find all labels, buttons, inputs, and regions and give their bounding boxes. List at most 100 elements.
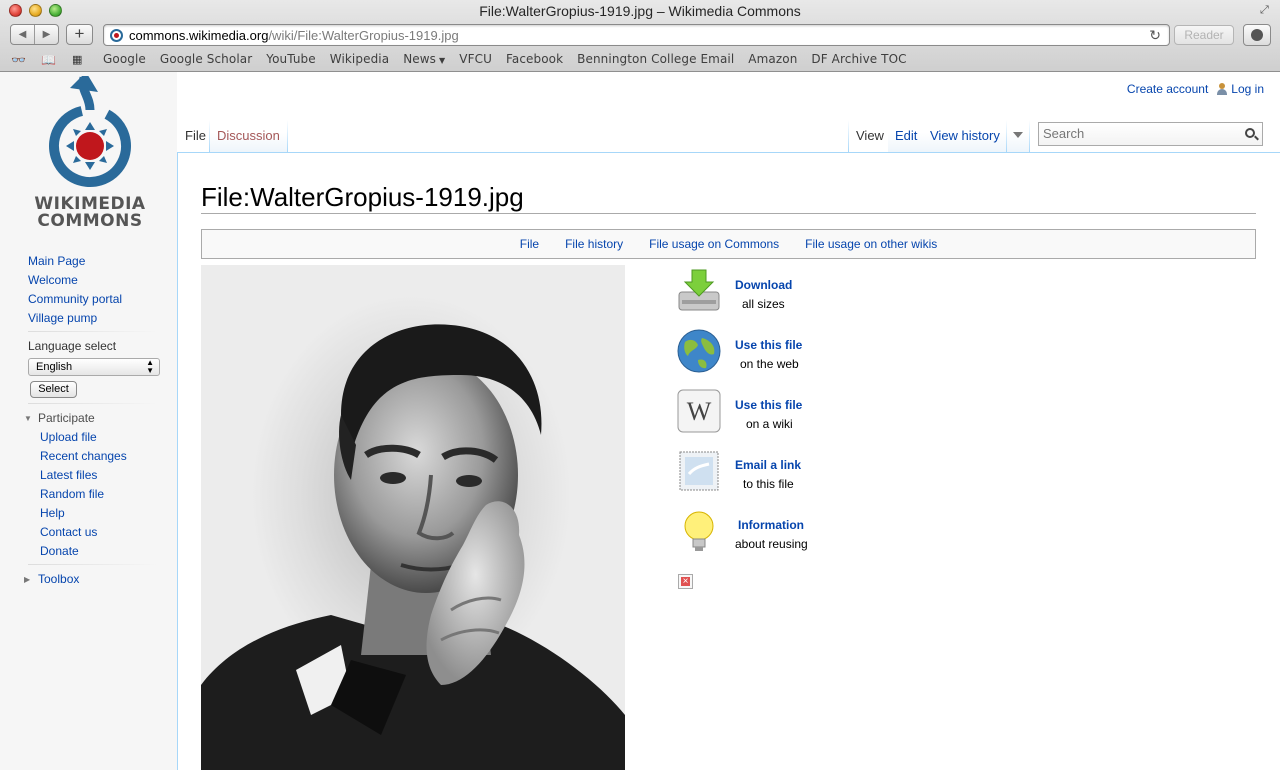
reload-icon[interactable]: ↻ — [1149, 27, 1161, 44]
action-information[interactable]: Information about reusing — [676, 508, 896, 558]
sidebar-item-upload-file[interactable]: Upload file — [40, 428, 127, 447]
sidebar-item-random-file[interactable]: Random file — [40, 485, 127, 504]
title-underline — [201, 213, 1256, 214]
bookmark-bennington-email[interactable]: Bennington College Email — [577, 52, 734, 66]
log-in-link[interactable]: Log in — [1231, 82, 1264, 96]
action-download[interactable]: Download all sizes — [676, 268, 896, 318]
forward-button[interactable]: ▶ — [34, 25, 58, 44]
bookmark-google-scholar[interactable]: Google Scholar — [160, 52, 252, 66]
tab-view-history[interactable]: View history — [923, 120, 1007, 152]
action-download-title: Download — [735, 278, 793, 292]
search-icon[interactable] — [1245, 128, 1255, 138]
bookmark-news-label: News — [403, 52, 437, 66]
bookmark-facebook[interactable]: Facebook — [506, 52, 563, 66]
personal-tools: Create account Log in — [1127, 82, 1264, 96]
sidebar-item-help[interactable]: Help — [40, 504, 127, 523]
back-button[interactable]: ◀ — [11, 25, 34, 44]
tab-view[interactable]: View — [849, 120, 891, 152]
tab-edit[interactable]: Edit — [888, 120, 925, 152]
action-use-wiki-subtitle: on a wiki — [746, 417, 793, 431]
bookmark-youtube[interactable]: YouTube — [266, 52, 316, 66]
bookmark-vfcu[interactable]: VFCU — [459, 52, 492, 66]
toc-link-file-usage-other-wikis[interactable]: File usage on other wikis — [805, 237, 937, 251]
search-box — [1038, 122, 1263, 146]
sidebar-divider — [28, 331, 158, 332]
history-buttons: ◀ ▶ — [10, 24, 59, 45]
downloads-button[interactable] — [1243, 24, 1271, 46]
bookmark-amazon[interactable]: Amazon — [748, 52, 797, 66]
sidebar-item-community-portal[interactable]: Community portal — [28, 290, 122, 309]
tab-discussion[interactable]: Discussion — [210, 120, 287, 152]
participate-label: Participate — [38, 411, 95, 425]
forward-arrow-icon: ▶ — [42, 29, 51, 40]
bookmarks-bar: 👓 📖 ▦ Google Google Scholar YouTube Wiki… — [0, 50, 1280, 70]
file-image-walter-gropius[interactable] — [201, 265, 625, 770]
language-dropdown[interactable]: English ▲ ▼ — [28, 358, 160, 376]
action-use-on-wiki[interactable]: W Use this file on a wiki — [676, 388, 896, 438]
main-navigation: Main Page Welcome Community portal Villa… — [28, 252, 122, 328]
tab-divider — [287, 120, 288, 152]
sidebar-divider — [28, 564, 158, 565]
toc-link-file-history[interactable]: File history — [565, 237, 623, 251]
plus-icon: + — [74, 24, 85, 43]
bookmarks-book-icon[interactable]: 📖 — [41, 53, 56, 67]
action-information-title: Information — [738, 518, 804, 532]
language-selected-value: English — [36, 361, 73, 373]
bookmark-df-archive[interactable]: DF Archive TOC — [811, 52, 906, 66]
language-select-label: Language select — [28, 339, 117, 353]
fullscreen-icon[interactable]: ⤢ — [1260, 4, 1272, 16]
title-bar: File:WalterGropius-1919.jpg – Wikimedia … — [0, 0, 1280, 22]
email-icon — [679, 451, 719, 491]
reading-list-icon[interactable]: 👓 — [11, 53, 26, 67]
sidebar-item-welcome[interactable]: Welcome — [28, 271, 122, 290]
toc-link-file-usage-commons[interactable]: File usage on Commons — [649, 237, 779, 251]
action-download-subtitle: all sizes — [742, 297, 785, 311]
updown-arrows-icon: ▲ ▼ — [146, 358, 154, 375]
sidebar-item-village-pump[interactable]: Village pump — [28, 309, 122, 328]
action-information-subtitle: about reusing — [735, 537, 808, 551]
download-icon — [678, 269, 720, 311]
bookmark-list: Google Google Scholar YouTube Wikipedia … — [103, 52, 921, 66]
sidebar-item-recent-changes[interactable]: Recent changes — [40, 447, 127, 466]
create-account-link[interactable]: Create account — [1127, 82, 1208, 96]
action-use-web-subtitle: on the web — [740, 357, 799, 371]
wikipedia-icon: W — [677, 389, 721, 433]
url-text: commons.wikimedia.org/wiki/File:WalterGr… — [129, 28, 459, 43]
wikimedia-commons-logo[interactable]: WIKIMEDIA COMMONS — [28, 72, 152, 231]
toc-link-file[interactable]: File — [520, 237, 539, 251]
toolbox-section-toggle[interactable]: ▶ Toolbox — [24, 572, 79, 586]
triangle-right-icon: ▶ — [24, 574, 31, 584]
action-email-link[interactable]: Email a link to this file — [676, 448, 896, 498]
more-actions-dropdown[interactable] — [1007, 120, 1029, 152]
sidebar-item-latest-files[interactable]: Latest files — [40, 466, 127, 485]
tab-divider — [1029, 120, 1030, 152]
tab-file[interactable]: File — [178, 120, 213, 152]
action-use-wiki-title: Use this file — [735, 398, 803, 412]
back-arrow-icon: ◀ — [18, 29, 27, 40]
sidebar-item-donate[interactable]: Donate — [40, 542, 127, 561]
sidebar-item-contact-us[interactable]: Contact us — [40, 523, 127, 542]
browser-toolbar: ◀ ▶ + commons.wikimedia.org/wiki/File:Wa… — [0, 23, 1280, 48]
reader-button[interactable]: Reader — [1174, 25, 1234, 45]
search-input[interactable] — [1043, 126, 1233, 141]
chevron-down-icon: ▼ — [439, 56, 446, 65]
bookmark-news-folder[interactable]: News ▼ — [403, 52, 445, 66]
bookmark-google[interactable]: Google — [103, 52, 146, 66]
file-toc: File File history File usage on Commons … — [201, 229, 1256, 259]
bookmark-wikipedia[interactable]: Wikipedia — [330, 52, 389, 66]
url-path: /wiki/File:WalterGropius-1919.jpg — [268, 28, 459, 43]
web-page: WIKIMEDIA COMMONS Main Page Welcome Comm… — [0, 72, 1280, 770]
lightbulb-icon — [684, 511, 714, 551]
commons-logo-icon — [48, 72, 131, 187]
add-bookmark-button[interactable]: + — [66, 24, 93, 45]
portrait-photo — [201, 324, 625, 770]
participate-navigation: Upload file Recent changes Latest files … — [40, 428, 127, 561]
top-sites-grid-icon[interactable]: ▦ — [72, 53, 82, 66]
action-use-on-web[interactable]: Use this file on the web — [676, 328, 896, 378]
language-select-button[interactable]: Select — [30, 381, 77, 398]
sidebar-item-main-page[interactable]: Main Page — [28, 252, 122, 271]
address-bar[interactable]: commons.wikimedia.org/wiki/File:WalterGr… — [103, 24, 1170, 46]
browser-chrome: File:WalterGropius-1919.jpg – Wikimedia … — [0, 0, 1280, 72]
participate-section-toggle[interactable]: ▼ Participate — [24, 411, 95, 425]
commons-favicon-icon — [110, 29, 123, 42]
